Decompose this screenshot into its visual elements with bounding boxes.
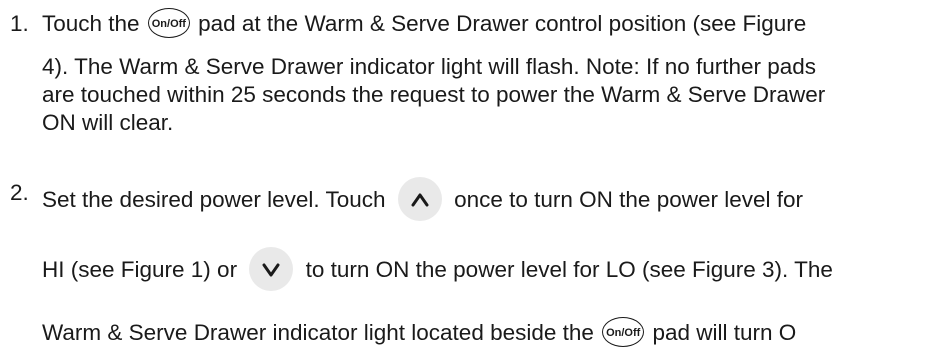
- on-off-pad-icon: On/Off: [147, 8, 190, 39]
- step-2-number: 2.: [10, 180, 29, 205]
- step-1-line-2: 4). The Warm & Serve Drawer indicator li…: [42, 54, 817, 79]
- step-2-text-f: pad will turn O: [652, 320, 797, 345]
- step-2-line-1: Set the desired power level. Touch once …: [42, 177, 804, 223]
- step-2-line-3: Warm & Serve Drawer indicator light loca…: [42, 317, 797, 349]
- step-1-line-4: ON will clear.: [42, 110, 174, 135]
- chevron-up-icon: [397, 177, 442, 221]
- step-1-number: 1.: [10, 11, 29, 36]
- step-2-text-a: Set the desired power level. Touch: [42, 186, 386, 212]
- step-1-text-a: Touch the: [42, 11, 140, 36]
- step-2-text-c: HI (see Figure 1) or: [42, 256, 238, 282]
- instruction-page: 1. Touch the On/Off pad at the Warm & Se…: [0, 0, 937, 360]
- step-1-line-3: are touched within 25 seconds the reques…: [42, 82, 826, 107]
- chevron-down-icon: [249, 247, 294, 291]
- step-2-text-b: once to turn ON the power level for: [454, 186, 804, 212]
- step-1-text-b: pad at the Warm & Serve Drawer control p…: [198, 11, 807, 36]
- step-2-text-d: to turn ON the power level for LO (see F…: [305, 256, 833, 282]
- step-2-line-2: HI (see Figure 1) or to turn ON the powe…: [42, 247, 833, 293]
- step-1-line-1: Touch the On/Off pad at the Warm & Serve…: [42, 8, 807, 40]
- on-off-pad-icon-2: On/Off: [602, 317, 645, 348]
- step-2-text-e: Warm & Serve Drawer indicator light loca…: [42, 320, 594, 345]
